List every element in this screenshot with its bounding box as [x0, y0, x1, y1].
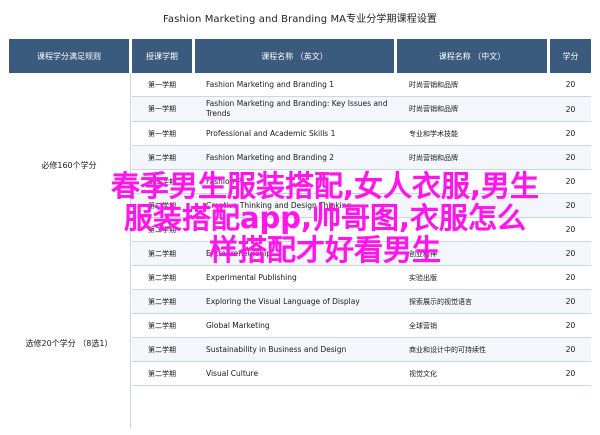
- table-row: 第二学期 Sustainability in Business and Desi…: [132, 338, 591, 362]
- course-en-cell: Fashion Marketing and Branding: Key Issu…: [206, 99, 388, 118]
- table-row: 第一学期 Professional and Academic Skills 1 …: [132, 122, 591, 146]
- semester-cell: 第二学期: [148, 153, 176, 162]
- course-cn-cell: 探索展示的视觉语言: [409, 297, 472, 306]
- course-en-cell: Exploring the Visual Language of Display: [206, 296, 360, 306]
- semester-cell: 第二学期: [148, 369, 176, 378]
- credits-cell: 20: [565, 153, 576, 162]
- course-cn-cell: 专业和学术技能: [409, 129, 458, 138]
- overlay-line: 样搭配才好看男生: [208, 233, 441, 267]
- header-name-cn: 课程名称 （中文）: [397, 39, 547, 73]
- table-row: 第一学期 Fashion Marketing and Branding 1 时尚…: [132, 73, 591, 97]
- credits-cell: 20: [565, 129, 576, 138]
- course-en-cell: Sustainability in Business and Design: [206, 344, 347, 354]
- credits-cell: 20: [565, 297, 576, 306]
- table-row: 第二学期 Experimental Publishing 实验出版 20: [132, 266, 591, 290]
- course-en-cell: Visual Culture: [206, 368, 259, 378]
- course-en-cell: Global Marketing: [206, 320, 270, 330]
- semester-cell: 第一学期: [148, 129, 176, 138]
- course-en-cell: Fashion Marketing and Branding 1: [206, 79, 335, 89]
- course-cn-cell: 时尚营销和品牌: [409, 105, 458, 113]
- group-elective: 选修20个学分 （8选1）: [25, 338, 113, 348]
- table-row: 第一学期 Fashion Marketing and Branding: Key…: [132, 97, 591, 122]
- credits-cell: 20: [565, 345, 576, 354]
- course-en-cell: Experimental Publishing: [206, 272, 297, 282]
- table-row: 第二学期 Global Marketing 全球营销 20: [132, 314, 591, 338]
- course-en-cell: Fashion Marketing and Branding 2: [206, 152, 335, 162]
- table-row: 第二学期 Visual Culture 视觉文化 20: [132, 362, 591, 386]
- overlay-line: 服装搭配app,帅哥图,衣服怎么: [123, 201, 527, 235]
- overlay-line: 春季男生服装搭配,女人衣服,男生: [110, 169, 540, 203]
- semester-cell: 第二学期: [148, 297, 176, 306]
- course-cn-cell: 实验出版: [409, 273, 437, 282]
- course-cn-cell: 时尚营销和品牌: [409, 153, 458, 162]
- header-requirement: 课程学分满足规则: [9, 39, 129, 73]
- course-en-cell: Professional and Academic Skills 1: [206, 128, 336, 138]
- table-row: 第二学期 Fashion Marketing and Branding 2 时尚…: [132, 146, 591, 170]
- course-cn-cell: 视觉文化: [409, 369, 437, 378]
- course-cn-cell: 全球营销: [409, 321, 437, 330]
- course-cn-cell: 时尚营销和品牌: [409, 80, 458, 89]
- semester-cell: 第二学期: [148, 273, 176, 282]
- semester-cell: 第一学期: [148, 80, 176, 89]
- credits-cell: 20: [565, 80, 576, 89]
- semester-cell: 第一学期: [148, 105, 176, 113]
- credits-cell: 20: [565, 321, 576, 330]
- page-title: Fashion Marketing and Branding MA专业分学期课程…: [162, 14, 438, 25]
- credits-cell: 20: [565, 273, 576, 282]
- overlay-headline: 春季男生服装搭配,女人衣服,男生 服装搭配app,帅哥图,衣服怎么 样搭配才好看…: [90, 170, 560, 266]
- course-cn-cell: 商业和设计中的可持续性: [409, 345, 486, 354]
- semester-cell: 第二学期: [148, 321, 176, 330]
- header-credits: 学分: [550, 39, 591, 73]
- header-semester: 授课学期: [132, 39, 192, 73]
- header-name-en: 课程名称 （英文）: [195, 39, 394, 73]
- table-row: 第二学期 Exploring the Visual Language of Di…: [132, 290, 591, 314]
- semester-cell: 第二学期: [148, 345, 176, 354]
- credits-cell: 20: [565, 369, 576, 378]
- credits-cell: 20: [565, 104, 576, 114]
